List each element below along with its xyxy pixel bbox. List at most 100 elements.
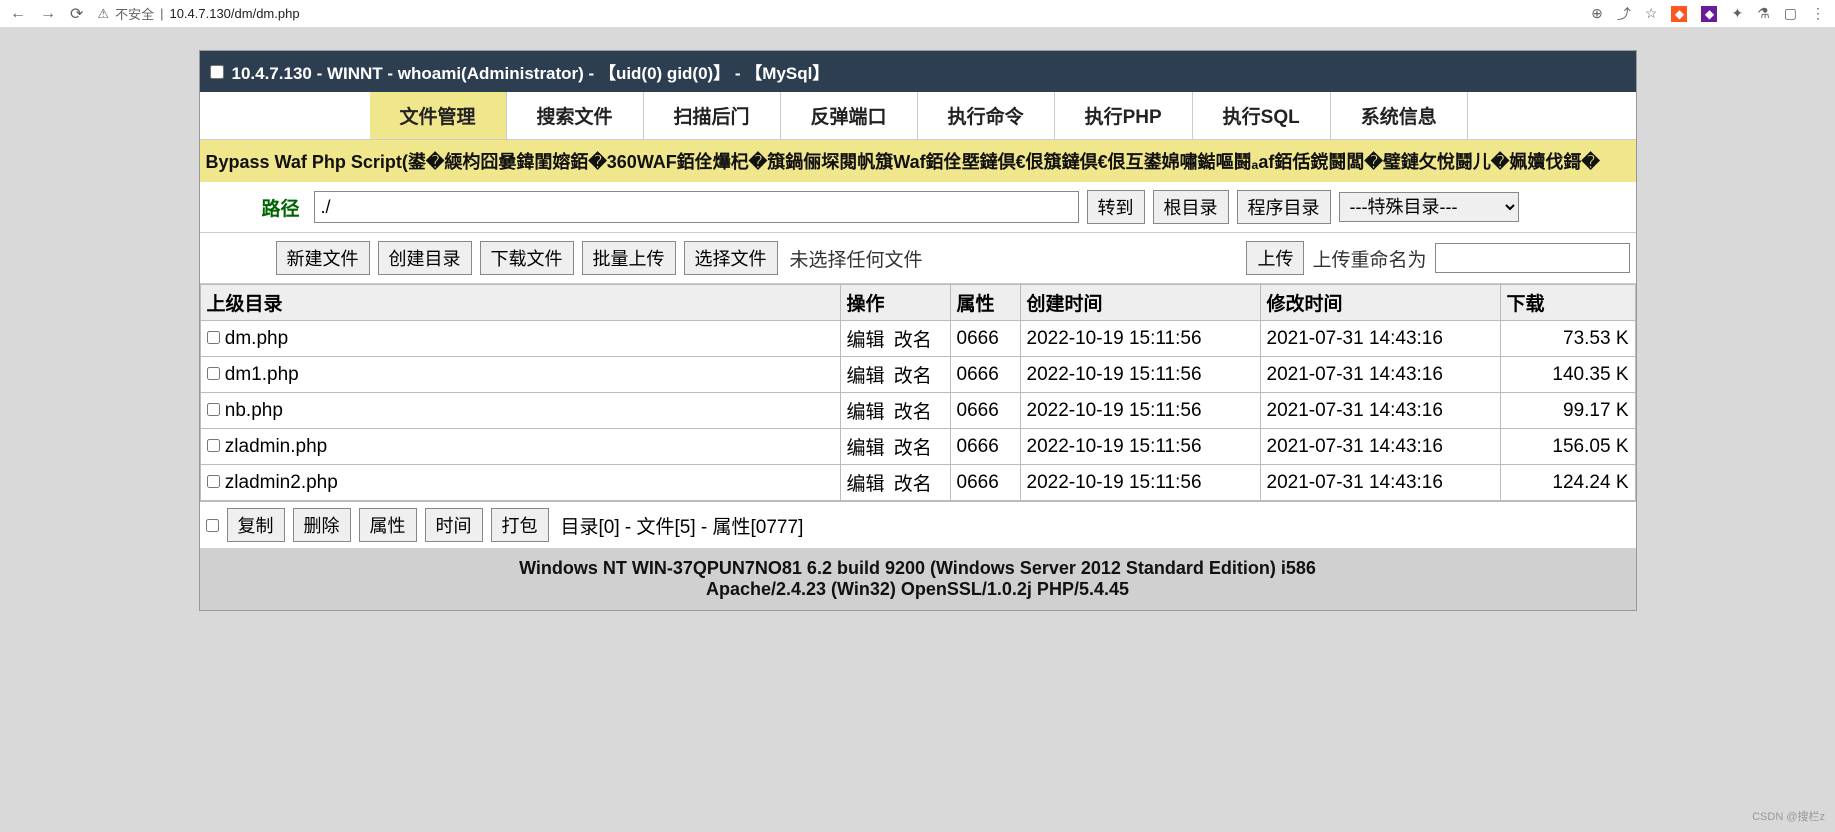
rename-link[interactable]: 改名 [894, 438, 932, 459]
file-link[interactable]: dm1.php [225, 364, 299, 385]
panel-icon[interactable]: ▢ [1784, 5, 1797, 22]
ops-cell: 编辑 改名 [840, 357, 950, 393]
mtime-cell: 2021-07-31 14:43:16 [1260, 429, 1500, 465]
table-row: zladmin.php编辑 改名06662022-10-19 15:11:562… [200, 429, 1635, 465]
edit-link[interactable]: 编辑 [847, 402, 885, 423]
sysinfo-footer: Windows NT WIN-37QPUN7NO81 6.2 build 920… [200, 548, 1636, 610]
tab-exec-sql[interactable]: 执行SQL [1193, 92, 1331, 139]
back-icon[interactable]: ← [10, 5, 26, 23]
table-row: dm1.php编辑 改名06662022-10-19 15:11:562021-… [200, 357, 1635, 393]
edit-link[interactable]: 编辑 [847, 330, 885, 351]
delete-button[interactable]: 删除 [293, 508, 351, 542]
tab-sysinfo[interactable]: 系统信息 [1331, 92, 1468, 139]
goto-button[interactable]: 转到 [1087, 190, 1145, 224]
file-table: 上级目录 操作 属性 创建时间 修改时间 下载 dm.php编辑 改名06662… [200, 284, 1636, 501]
extension-icon-1[interactable]: ◆ [1671, 6, 1687, 22]
path-input[interactable] [314, 191, 1079, 223]
lab-icon[interactable]: ⚗ [1757, 5, 1770, 22]
row-checkbox[interactable] [207, 403, 220, 416]
pack-button[interactable]: 打包 [491, 508, 549, 542]
create-dir-button[interactable]: 创建目录 [378, 241, 472, 275]
file-name-cell: zladmin2.php [200, 465, 840, 501]
ops-cell: 编辑 改名 [840, 465, 950, 501]
col-ops: 操作 [840, 285, 950, 321]
col-download: 下载 [1500, 285, 1635, 321]
ctime-cell: 2022-10-19 15:11:56 [1020, 465, 1260, 501]
new-file-button[interactable]: 新建文件 [276, 241, 370, 275]
root-dir-button[interactable]: 根目录 [1153, 190, 1229, 224]
tab-exec-cmd[interactable]: 执行命令 [918, 92, 1055, 139]
mtime-cell: 2021-07-31 14:43:16 [1260, 465, 1500, 501]
choose-file-button[interactable]: 选择文件 [684, 241, 778, 275]
rename-link[interactable]: 改名 [894, 402, 932, 423]
more-icon[interactable]: ⋮ [1811, 5, 1825, 22]
star-icon[interactable]: ☆ [1645, 5, 1658, 22]
table-row: dm.php编辑 改名06662022-10-19 15:11:562021-0… [200, 321, 1635, 357]
share-icon[interactable]: ⤴ [1617, 4, 1631, 24]
download-file-button[interactable]: 下载文件 [480, 241, 574, 275]
file-name-cell: dm1.php [200, 357, 840, 393]
program-dir-button[interactable]: 程序目录 [1237, 190, 1331, 224]
size-cell[interactable]: 156.05 K [1500, 429, 1635, 465]
tab-search-file[interactable]: 搜索文件 [507, 92, 644, 139]
row-checkbox[interactable] [207, 475, 220, 488]
footer-row: 复制 删除 属性 时间 打包 目录[0] - 文件[5] - 属性[0777] [200, 501, 1636, 548]
file-link[interactable]: nb.php [225, 400, 283, 421]
table-header-row: 上级目录 操作 属性 创建时间 修改时间 下载 [200, 285, 1635, 321]
rename-link[interactable]: 改名 [894, 474, 932, 495]
edit-link[interactable]: 编辑 [847, 474, 885, 495]
tab-reverse-port[interactable]: 反弹端口 [781, 92, 918, 139]
title-text: 10.4.7.130 - WINNT - whoami(Administrato… [232, 59, 830, 84]
select-all-checkbox[interactable] [206, 519, 219, 532]
time-button[interactable]: 时间 [425, 508, 483, 542]
no-file-text: 未选择任何文件 [790, 245, 923, 272]
size-cell[interactable]: 140.35 K [1500, 357, 1635, 393]
extensions-icon[interactable]: ✦ [1731, 5, 1743, 22]
size-cell[interactable]: 73.53 K [1500, 321, 1635, 357]
tab-scan-backdoor[interactable]: 扫描后门 [644, 92, 781, 139]
col-parent[interactable]: 上级目录 [200, 285, 840, 321]
file-link[interactable]: zladmin.php [225, 436, 327, 457]
batch-upload-button[interactable]: 批量上传 [582, 241, 676, 275]
tab-row: 文件管理 搜索文件 扫描后门 反弹端口 执行命令 执行PHP 执行SQL 系统信… [200, 92, 1636, 140]
forward-icon[interactable]: → [40, 5, 56, 23]
edit-link[interactable]: 编辑 [847, 366, 885, 387]
ops-cell: 编辑 改名 [840, 393, 950, 429]
file-link[interactable]: dm.php [225, 328, 288, 349]
path-label: 路径 [206, 194, 306, 221]
row-checkbox[interactable] [207, 331, 220, 344]
file-link[interactable]: zladmin2.php [225, 472, 338, 493]
title-checkbox[interactable] [210, 65, 224, 79]
reload-icon[interactable]: ⟳ [70, 4, 83, 24]
app-window: 10.4.7.130 - WINNT - whoami(Administrato… [199, 50, 1637, 611]
address-bar[interactable]: ⚠ 不安全 | 10.4.7.130/dm/dm.php [97, 4, 1577, 23]
table-row: nb.php编辑 改名06662022-10-19 15:11:562021-0… [200, 393, 1635, 429]
ctime-cell: 2022-10-19 15:11:56 [1020, 429, 1260, 465]
edit-link[interactable]: 编辑 [847, 438, 885, 459]
ops-cell: 编辑 改名 [840, 321, 950, 357]
size-cell[interactable]: 124.24 K [1500, 465, 1635, 501]
title-bar: 10.4.7.130 - WINNT - whoami(Administrato… [200, 51, 1636, 92]
copy-button[interactable]: 复制 [227, 508, 285, 542]
browser-toolbar: ← → ⟳ ⚠ 不安全 | 10.4.7.130/dm/dm.php ⊕ ⤴ ☆… [0, 0, 1835, 28]
summary-text: 目录[0] - 文件[5] - 属性[0777] [561, 512, 804, 539]
tab-file-manage[interactable]: 文件管理 [370, 92, 507, 139]
toolbar-right: ⊕ ⤴ ☆ ◆ ◆ ✦ ⚗ ▢ ⋮ [1591, 4, 1825, 24]
special-dir-select[interactable]: ---特殊目录--- [1339, 192, 1519, 222]
insecure-label: 不安全 [115, 4, 154, 23]
file-name-cell: dm.php [200, 321, 840, 357]
rename-link[interactable]: 改名 [894, 330, 932, 351]
tab-exec-php[interactable]: 执行PHP [1055, 92, 1193, 139]
row-checkbox[interactable] [207, 367, 220, 380]
sysinfo-line2: Apache/2.4.23 (Win32) OpenSSL/1.0.2j PHP… [210, 579, 1626, 600]
zoom-icon[interactable]: ⊕ [1591, 5, 1603, 22]
attr-button[interactable]: 属性 [359, 508, 417, 542]
upload-button[interactable]: 上传 [1246, 241, 1304, 275]
size-cell[interactable]: 99.17 K [1500, 393, 1635, 429]
col-ctime: 创建时间 [1020, 285, 1260, 321]
extension-icon-2[interactable]: ◆ [1701, 6, 1717, 22]
url-text: 10.4.7.130/dm/dm.php [169, 6, 299, 21]
rename-link[interactable]: 改名 [894, 366, 932, 387]
row-checkbox[interactable] [207, 439, 220, 452]
upload-rename-input[interactable] [1435, 243, 1630, 273]
